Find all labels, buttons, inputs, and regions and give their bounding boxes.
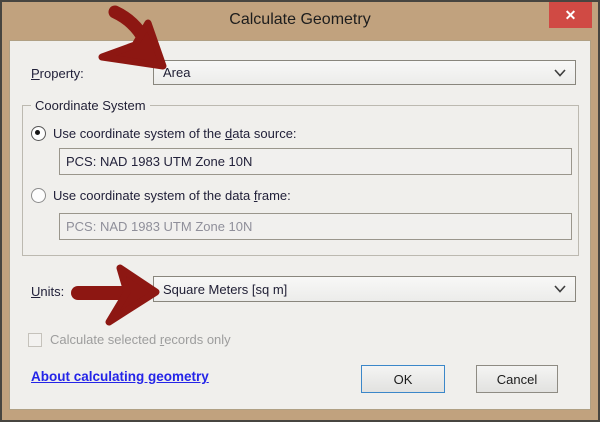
data-frame-label-pre: Use coordinate system of the data [53,188,254,203]
chevron-down-icon [554,285,566,293]
property-access-key: P [31,66,40,81]
title-bar: Calculate Geometry ✕ [2,2,598,40]
calculate-selected-checkbox[interactable] [28,333,42,347]
data-source-label-post: ata source: [232,126,296,141]
coordinate-system-group: Coordinate System Use coordinate system … [22,105,579,256]
calculate-selected-row: Calculate selected records only [28,332,231,347]
units-dropdown[interactable]: Square Meters [sq m] [153,276,576,302]
close-button[interactable]: ✕ [549,2,592,28]
dialog-body: Property: Area Coordinate System Use coo… [9,40,591,410]
data-frame-label: Use coordinate system of the data frame: [53,188,291,203]
data-frame-radio[interactable] [31,188,46,203]
calculate-selected-label-post: ecords only [164,332,230,347]
data-frame-radio-row: Use coordinate system of the data frame: [31,188,291,203]
data-frame-label-post: rame: [258,188,291,203]
cancel-button[interactable]: Cancel [476,365,558,393]
calculate-geometry-dialog: Calculate Geometry ✕ Property: Area Coor… [0,0,600,422]
coordinate-system-group-label: Coordinate System [31,98,150,113]
data-frame-coordinate-field[interactable]: PCS: NAD 1983 UTM Zone 10N [59,213,572,240]
chevron-down-icon [554,69,566,77]
units-dropdown-value: Square Meters [sq m] [163,282,548,297]
property-dropdown-value: Area [163,65,548,80]
data-source-label-pre: Use coordinate system of the [53,126,225,141]
dialog-title: Calculate Geometry [2,2,598,38]
close-icon: ✕ [565,8,577,22]
units-access-key: U [31,284,40,299]
calculate-selected-label-pre: Calculate selected [50,332,160,347]
data-source-label: Use coordinate system of the data source… [53,126,297,141]
about-calculating-geometry-link[interactable]: About calculating geometry [31,369,209,384]
calculate-selected-label: Calculate selected records only [50,332,231,347]
property-label-text: roperty: [40,66,84,81]
units-label-text: nits: [40,284,64,299]
data-source-coordinate-field[interactable]: PCS: NAD 1983 UTM Zone 10N [59,148,572,175]
property-label: Property: [31,66,84,81]
property-dropdown[interactable]: Area [153,60,576,85]
ok-button[interactable]: OK [361,365,445,393]
data-frame-coordinate-value: PCS: NAD 1983 UTM Zone 10N [66,219,252,234]
data-source-radio-row: Use coordinate system of the data source… [31,126,297,141]
data-source-radio[interactable] [31,126,46,141]
data-source-coordinate-value: PCS: NAD 1983 UTM Zone 10N [66,154,252,169]
units-label: Units: [31,284,64,299]
